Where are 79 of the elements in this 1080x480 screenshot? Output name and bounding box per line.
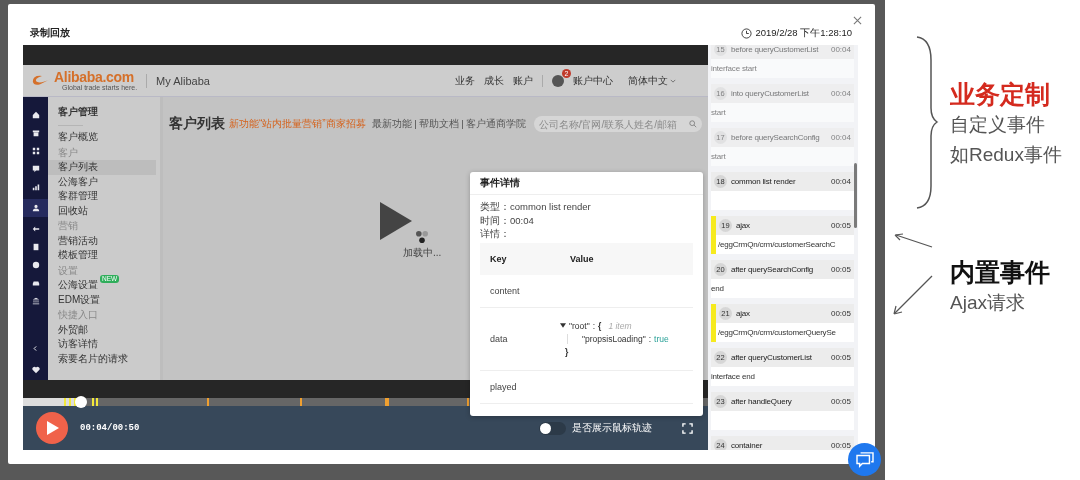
event-time: 00:05 xyxy=(830,265,851,274)
sidebar-item[interactable]: 客户概览 xyxy=(48,130,156,145)
column-header: Value xyxy=(569,253,595,264)
event-name: before querySearchConfig xyxy=(731,133,821,142)
table-cell-text: content xyxy=(489,285,521,296)
event-name: common list render xyxy=(731,177,797,186)
sidebar-item[interactable]: 外贸邮 xyxy=(48,322,156,337)
help-link[interactable]: 最新功能 xyxy=(371,117,412,131)
json-brace: { xyxy=(598,320,602,331)
event-detail: /eggCrmQn/crm/customerQuerySe xyxy=(716,323,854,342)
sidebar-item[interactable]: 访客详情 xyxy=(48,337,156,352)
toggle-label: 是否展示鼠标轨迹 xyxy=(572,421,652,435)
event-detail: interface start xyxy=(711,59,854,78)
event-time: 时间：00:04 xyxy=(480,213,535,227)
table-cell-text: data xyxy=(489,333,509,344)
sidebar-item[interactable]: 公海客户 xyxy=(48,174,156,189)
json-colon: : xyxy=(592,320,596,331)
event-time: 00:04 xyxy=(830,89,851,98)
event-name: after querySearchConfig xyxy=(731,265,815,274)
annotation-title: 内置事件 xyxy=(950,257,1051,288)
json-item-count: 1 item xyxy=(608,320,632,331)
sidebar-item[interactable]: 客户列表 xyxy=(48,160,156,175)
language-selector[interactable]: 简体中文 xyxy=(628,73,676,88)
event-name: before queryCustomerList xyxy=(731,45,820,54)
account-link[interactable]: 账户中心 xyxy=(573,73,613,88)
json-brace: } xyxy=(565,346,569,357)
column-header: Key xyxy=(489,253,508,264)
nav-link[interactable]: 成长 xyxy=(484,73,504,88)
sidebar-item[interactable]: 营销活动 xyxy=(48,233,156,248)
event-name: into queryCustomerList xyxy=(731,89,810,98)
nav-link[interactable]: 账户 xyxy=(513,73,533,88)
event-name: ajax xyxy=(736,309,751,318)
page-heading: 客户列表 xyxy=(169,115,225,133)
table-cell-text: played xyxy=(489,381,518,392)
event-detail: /eggCrmQn/crm/customerSearchC xyxy=(716,235,854,254)
nav-link[interactable]: 业务 xyxy=(455,73,475,88)
help-link[interactable]: 帮助文档 xyxy=(418,117,459,131)
sidebar-item[interactable]: EDM设置 xyxy=(48,292,156,307)
playback-time: 00:04/00:50 xyxy=(80,423,140,433)
annotation-title: 业务定制 xyxy=(950,79,1051,110)
event-detail: start xyxy=(711,103,854,122)
details-label: 详情： xyxy=(480,227,511,241)
event-time: 00:05 xyxy=(830,397,851,406)
annotation-note: Ajax请求 xyxy=(950,291,1026,315)
json-key: "propsisLoading" xyxy=(582,333,646,344)
event-name: after queryCustomerList xyxy=(731,353,813,362)
timestamp: 2019/2/28 下午1:28:10 xyxy=(755,27,852,40)
event-time: 00:04 xyxy=(830,45,851,54)
event-name: ajax xyxy=(736,221,751,230)
sidebar-title: 客户管理 xyxy=(57,105,99,119)
sidebar-group-label: 客户 xyxy=(57,145,79,160)
event-detail: interface end xyxy=(711,367,854,386)
event-name: container xyxy=(731,441,764,450)
sidebar-item[interactable]: 回收站 xyxy=(48,203,156,218)
event-time: 00:04 xyxy=(830,133,851,142)
sidebar-item[interactable]: 客群管理 xyxy=(48,189,156,204)
event-time: 00:05 xyxy=(830,441,851,450)
event-time: 00:05 xyxy=(830,221,851,230)
sidebar-item[interactable]: 索要名片的请求 xyxy=(48,351,156,366)
search-field[interactable]: 公司名称/官网/联系人姓名/邮箱 xyxy=(533,116,702,132)
loading-text: 加载中... xyxy=(403,246,442,260)
event-type: 类型：common list render xyxy=(480,200,592,214)
site-name: My Alibaba xyxy=(156,74,210,87)
event-time: 00:04 xyxy=(830,177,851,186)
annotation-note: 如Redux事件 xyxy=(950,143,1063,167)
event-detail: start xyxy=(711,147,854,166)
sidebar-item[interactable]: 模板管理 xyxy=(48,248,156,263)
json-value: true xyxy=(654,333,669,344)
annotation-note: 自定义事件 xyxy=(950,113,1046,137)
help-link[interactable]: 客户通商学院 xyxy=(465,117,526,131)
json-colon: : xyxy=(648,333,652,344)
popover-title: 事件详情 xyxy=(470,172,703,195)
logo-text: Alibaba.com xyxy=(54,70,135,84)
event-time: 00:05 xyxy=(830,309,851,318)
json-key: "root" xyxy=(569,320,590,331)
event-name: after handleQuery xyxy=(731,397,793,406)
event-detail: end xyxy=(711,279,854,298)
dialog-title: 录制回放 xyxy=(30,26,70,40)
event-time: 00:05 xyxy=(830,353,851,362)
